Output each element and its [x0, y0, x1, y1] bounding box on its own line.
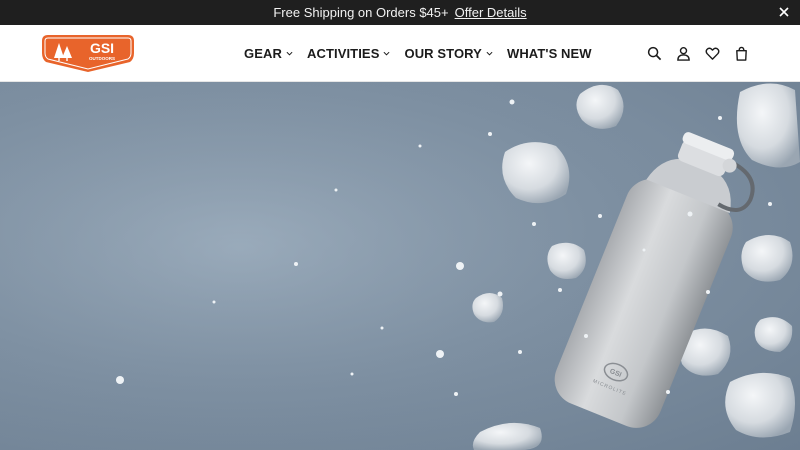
wishlist-icon[interactable] [703, 45, 721, 63]
site-header: GSI OUTDOORS GEAR ACTIVITIES OUR STORY W… [0, 25, 800, 82]
chevron-down-icon [286, 51, 293, 56]
chevron-down-icon [486, 51, 493, 56]
header-tools [634, 25, 750, 82]
nav-item-label: OUR STORY [404, 46, 482, 61]
account-icon[interactable] [674, 45, 692, 63]
nav-item-whats-new[interactable]: WHAT'S NEW [507, 46, 592, 61]
search-icon[interactable] [645, 45, 663, 63]
hero-banner[interactable]: GSI MICROLITE [0, 82, 800, 450]
nav-item-label: GEAR [244, 46, 282, 61]
hero-image: GSI MICROLITE [0, 82, 800, 450]
cart-icon[interactable] [732, 45, 750, 63]
logo-subtext: OUTDOORS [89, 56, 115, 61]
logo-text: GSI [90, 40, 114, 56]
gsi-logo[interactable]: GSI OUTDOORS [40, 32, 136, 74]
offer-details-link[interactable]: Offer Details [455, 5, 527, 20]
nav-item-gear[interactable]: GEAR [244, 46, 293, 61]
close-icon[interactable] [776, 4, 792, 20]
chevron-down-icon [383, 51, 390, 56]
nav-item-our-story[interactable]: OUR STORY [404, 46, 493, 61]
main-nav: GEAR ACTIVITIES OUR STORY WHAT'S NEW [244, 25, 606, 82]
nav-item-activities[interactable]: ACTIVITIES [307, 46, 391, 61]
nav-item-label: ACTIVITIES [306, 46, 380, 61]
nav-item-label: WHAT'S NEW [506, 46, 592, 61]
announcement-message: Free Shipping on Orders $45+ [273, 5, 449, 20]
announcement-bar: Free Shipping on Orders $45+ Offer Detai… [0, 0, 800, 25]
